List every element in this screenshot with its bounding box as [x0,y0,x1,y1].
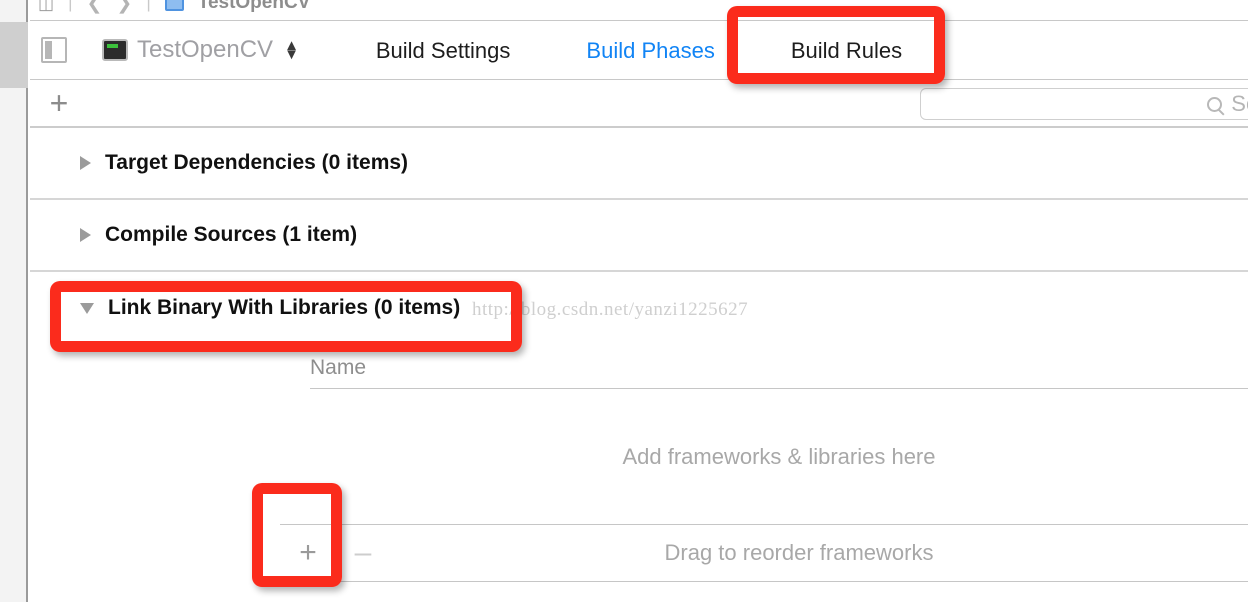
empty-state-hint: Add frameworks & libraries here [622,444,936,469]
triangle-right-icon[interactable] [80,228,91,242]
phase-compile-sources[interactable]: Compile Sources (1 item) [30,200,1248,272]
sidebar-selected-row[interactable] [0,22,28,88]
nav-divider-2: | [146,0,151,12]
column-header-name: Name [310,356,367,379]
project-document-icon[interactable] [164,0,184,11]
triangle-right-icon[interactable] [80,156,91,170]
add-build-phase-button[interactable]: + [42,87,76,120]
frameworks-table-header: Name [310,356,1248,389]
add-framework-plus-button[interactable]: + [280,538,336,568]
panels-icon[interactable]: ◫ [38,0,54,12]
reorder-hint: Drag to reorder frameworks [664,540,934,565]
navigator-sidebar-strip [0,0,28,602]
phase-link-binary-with-libraries[interactable]: Link Binary With Libraries (0 items) [30,272,1248,344]
forward-chevron-icon[interactable]: ❯ [116,0,132,15]
phase-title: Compile Sources (1 item) [105,223,358,246]
search-input[interactable]: Search [920,88,1248,120]
xcode-build-phases-editor: ◫ | ❮ ❯ | TestOpenCV TestOpenCV ▲ ▼ Build… [0,0,1248,602]
phase-target-dependencies[interactable]: Target Dependencies (0 items) [30,128,1248,200]
back-chevron-icon[interactable]: ❮ [86,0,102,15]
tab-build-settings[interactable]: Build Settings [376,38,511,64]
search-placeholder: Search [1231,91,1248,116]
target-editor-tabbar: TestOpenCV ▲ ▼ Build Settings Build Phase… [30,21,1248,80]
phase-filter-toolbar: + Search [30,80,1248,128]
editor-navigation-bar: ◫ | ❮ ❯ | TestOpenCV [30,0,1248,21]
phase-title: Link Binary With Libraries (0 items) [108,296,461,319]
tab-build-rules[interactable]: Build Rules [791,38,902,64]
nav-divider: | [68,0,73,12]
breadcrumb-project-name[interactable]: TestOpenCV [198,0,311,14]
remove-framework-minus-button[interactable]: – [336,538,390,568]
phase-title: Target Dependencies (0 items) [105,151,409,174]
tab-build-phases[interactable]: Build Phases [586,38,714,64]
header-rule [310,388,1248,389]
search-icon [1207,96,1223,112]
triangle-down-icon[interactable] [80,302,94,314]
frameworks-toolbar: + – Drag to reorder frameworks [280,524,1248,582]
editor-tabs: Build Settings Build Phases Build Rules [30,21,1248,80]
build-phases-list: Target Dependencies (0 items) Compile So… [30,128,1248,602]
